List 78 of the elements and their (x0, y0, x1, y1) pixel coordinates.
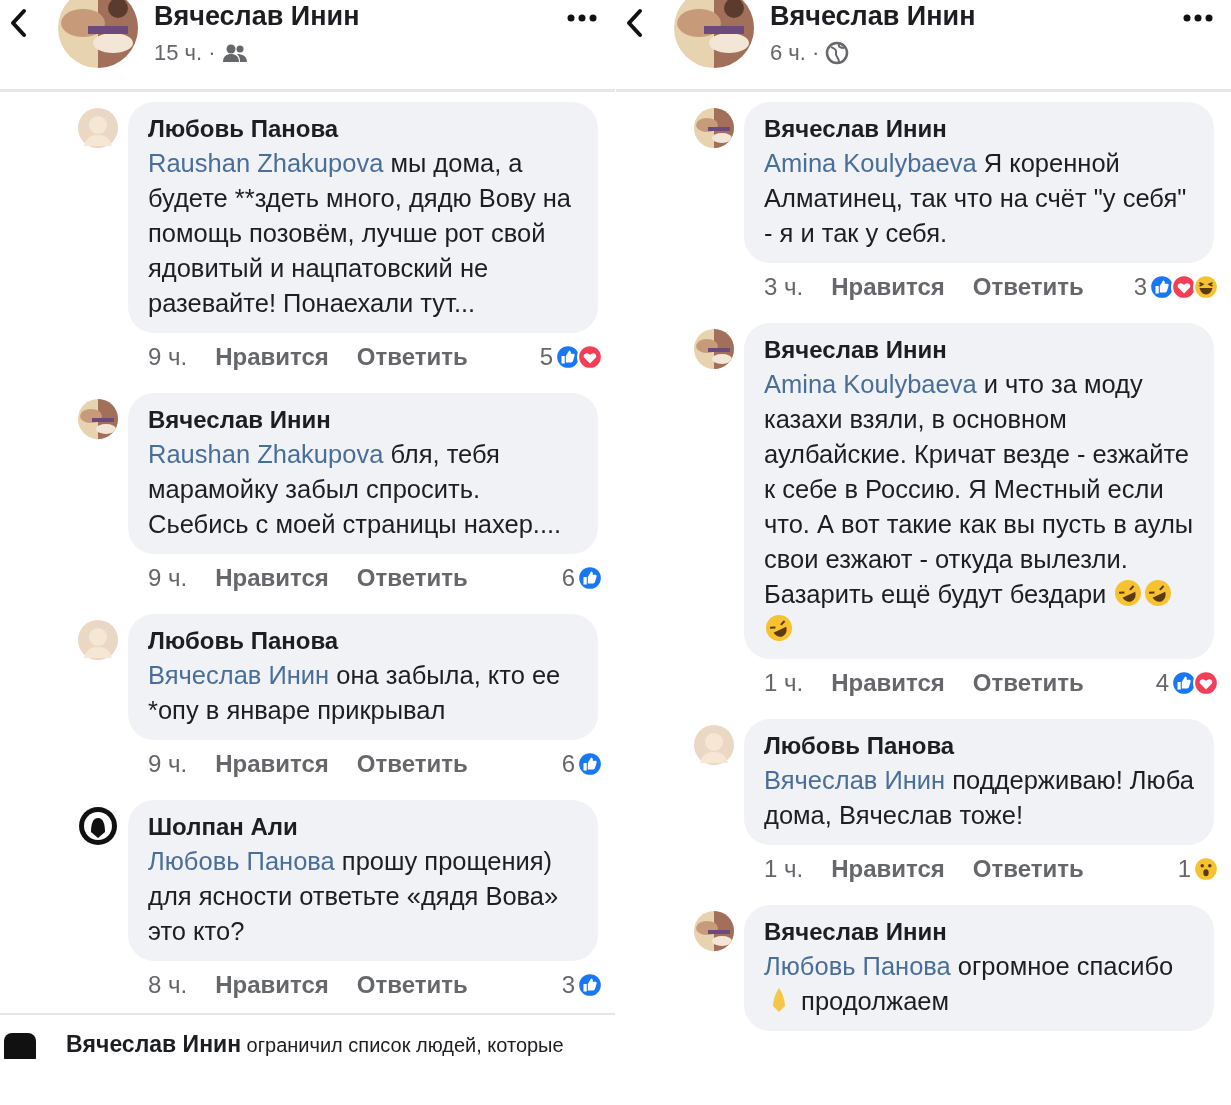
notice-text: Вячеслав Инин ограничил список людей, которые (66, 1030, 564, 1058)
comment-author[interactable]: Вячеслав Инин (764, 114, 1194, 144)
like-link[interactable]: Нравится (831, 669, 945, 697)
friends-icon (221, 43, 248, 63)
like-icon (577, 565, 603, 591)
comment-author[interactable]: Любовь Панова (148, 114, 578, 144)
post-time: 15 ч. · (154, 40, 216, 66)
mention-link[interactable]: Любовь Панова (148, 847, 335, 875)
avatar-icon (78, 620, 118, 660)
mention-link[interactable]: Amina Koulybaeva (764, 149, 977, 177)
comment-author[interactable]: Вячеслав Инин (148, 405, 578, 435)
like-icon (1171, 670, 1197, 696)
more-icon[interactable] (567, 14, 597, 22)
comment-time: 1 ч. (764, 669, 804, 697)
reply-link[interactable]: Ответить (972, 273, 1084, 301)
like-icon (577, 751, 603, 777)
comment-text: Любовь Панова огромное спасибо продолжаем (764, 951, 1175, 1017)
like-icon (555, 344, 581, 370)
mention-link[interactable]: Вячеслав Инин (764, 766, 946, 794)
comment-author[interactable]: Любовь Панова (764, 731, 1194, 761)
like-link[interactable]: Нравится (215, 971, 329, 999)
like-link[interactable]: Нравится (215, 343, 329, 371)
like-link[interactable]: Нравится (215, 564, 329, 592)
comment-time: 9 ч. (148, 564, 188, 592)
reaction-count[interactable]: 6 (561, 750, 575, 778)
avatar-icon (78, 806, 118, 846)
mention-link[interactable]: Raushan Zhakupova (148, 149, 384, 177)
reaction-count[interactable]: 5 (539, 343, 553, 371)
comment-author[interactable]: Вячеслав Инин (764, 335, 1194, 365)
comment-time: 9 ч. (148, 343, 188, 371)
comment-time: 1 ч. (764, 855, 804, 883)
author-name[interactable]: Вячеслав Инин (770, 0, 1183, 32)
comment-time: 9 ч. (148, 750, 188, 778)
reply-link[interactable]: Ответить (356, 343, 468, 371)
like-link[interactable]: Нравится (215, 750, 329, 778)
post-time: 6 ч. · (770, 40, 820, 66)
like-link[interactable]: Нравится (831, 273, 945, 301)
laughing-emoji-icon (764, 613, 794, 643)
reaction-count[interactable]: 6 (561, 564, 575, 592)
laughing-emoji-icon (1193, 274, 1219, 300)
reaction-count[interactable]: 4 (1155, 669, 1169, 697)
surprised-emoji-icon (1193, 856, 1219, 882)
like-icon (1149, 274, 1175, 300)
comment-text: Raushan Zhakupova мы дома, а будете **здеть много, дядю Вову на помощь позовём, лучше рот свой ядовитый и нацпатовский не разевайте! Понаехали тут... (148, 148, 572, 319)
reply-link[interactable]: Ответить (356, 971, 468, 999)
reaction-count[interactable]: 3 (1133, 273, 1147, 301)
reaction-count[interactable]: 1 (1177, 855, 1191, 883)
comment-time: 3 ч. (764, 273, 804, 301)
mention-link[interactable]: Любовь Панова (764, 952, 951, 980)
comment-text: Raushan Zhakupova бля, тебя марамойку забыл спросить. Сьебись с моей страницы нахер.... (148, 439, 563, 540)
comment-author[interactable]: Шолпан Али (148, 812, 578, 842)
reply-link[interactable]: Ответить (972, 855, 1084, 883)
like-link[interactable]: Нравится (831, 855, 945, 883)
comment-text: Любовь Панова прошу прощения) для ясности ответьте «дядя Вова» это кто? (148, 846, 560, 947)
reply-link[interactable]: Ответить (356, 564, 468, 592)
mention-link[interactable]: Amina Koulybaeva (764, 370, 977, 398)
comment-text: Amina Koulybaeva и что за моду казахи взяли, в основном аулбайские. Кричат везде - езжайте к себе в Россию. Я Местный если что. А вот такие как вы пусть в аулы свои езжают - откуда вылезли. Базарить ещё будут бездари (764, 367, 1194, 647)
comment-text: Вячеслав Инин поддерживаю! Люба дома, Вячеслав тоже! (764, 765, 1194, 831)
globe-icon (825, 41, 850, 65)
mention-link[interactable]: Raushan Zhakupova (148, 440, 384, 468)
reaction-count[interactable]: 3 (561, 971, 575, 999)
comment-text: Вячеслав Инин она забыла, кто ее *опу в январе прикрывал (148, 660, 562, 726)
comment-author[interactable]: Вячеслав Инин (764, 917, 1194, 947)
reply-link[interactable]: Ответить (356, 750, 468, 778)
back-icon[interactable] (8, 8, 28, 38)
avatar-icon (694, 725, 734, 765)
author-name[interactable]: Вячеслав Инин (154, 0, 567, 32)
like-icon (577, 972, 603, 998)
avatar-icon (78, 108, 118, 148)
back-icon[interactable] (624, 8, 644, 38)
comment-author[interactable]: Любовь Панова (148, 626, 578, 656)
reply-link[interactable]: Ответить (972, 669, 1084, 697)
laughing-emoji-icon (1143, 578, 1174, 608)
more-icon[interactable] (1183, 14, 1213, 22)
mention-link[interactable]: Вячеслав Инин (148, 661, 330, 689)
laughing-emoji-icon (1113, 578, 1144, 608)
comment-text: Amina Koulybaeva Я коренной Алматинец, так что на счёт "у себя" - я и так у себя. (764, 148, 1188, 249)
comment-time: 8 ч. (148, 971, 188, 999)
